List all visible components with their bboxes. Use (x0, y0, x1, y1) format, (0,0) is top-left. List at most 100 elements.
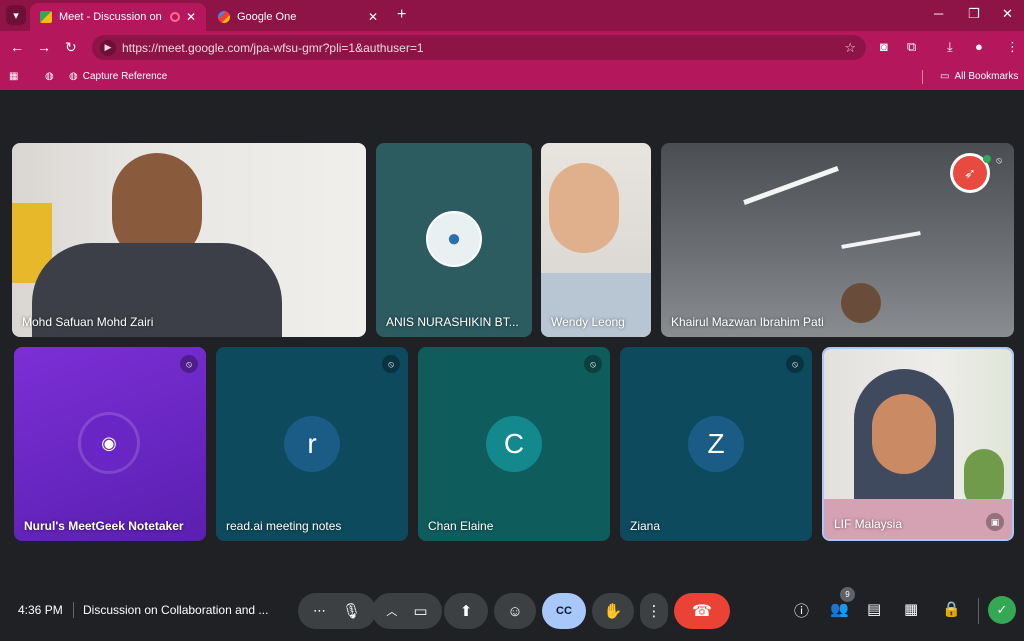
bookmark-star-icon[interactable]: ☆ (844, 40, 856, 56)
meeting-stage: Mohd Safuan Mohd Zairi ● ANIS NURASHIKIN… (0, 92, 1024, 641)
camera-icon[interactable]: ▭ (413, 602, 427, 620)
profile-avatar[interactable]: ● (975, 39, 983, 54)
divider (978, 598, 979, 624)
avatar: ● (426, 211, 482, 267)
avatar: C (486, 416, 542, 472)
meeting-title: Discussion on Collaboration and ... (83, 603, 269, 617)
mic-control[interactable]: ⋯ 🎙 (298, 593, 376, 629)
participant-tile[interactable]: C ⦸ Chan Elaine (418, 347, 610, 541)
apps-icon[interactable]: ▦ (9, 71, 18, 82)
tab-bar: ▾ Meet - Discussion on Collab ✕ Google O… (0, 0, 1024, 31)
restore-icon[interactable]: ❐ (968, 6, 980, 22)
more-options-icon[interactable]: ⋯ (313, 603, 326, 619)
mic-off-icon: ⦸ (584, 355, 602, 373)
window-close-icon[interactable]: ✕ (1002, 6, 1013, 22)
back-icon[interactable]: ← (10, 39, 24, 55)
extensions-icon[interactable]: ⧉ (907, 39, 916, 55)
mic-off-icon: ⦸ (180, 355, 198, 373)
extension-check-icon[interactable]: ✓ (988, 596, 1016, 624)
phone-hangup-icon: ☎ (692, 603, 712, 620)
close-icon[interactable]: ✕ (368, 10, 378, 24)
participant-tile[interactable]: ▣ LIF Malaysia (822, 347, 1014, 541)
avatar: r (284, 416, 340, 472)
chat-icon[interactable]: ▤ (867, 600, 881, 618)
participant-head (549, 163, 619, 253)
participant-tile[interactable]: ◉ ⦸ Nurul's MeetGeek Notetaker (14, 347, 206, 541)
minimize-icon[interactable]: ─ (934, 6, 943, 21)
participant-tile[interactable]: ● ANIS NURASHIKIN BT... (376, 143, 532, 337)
url-text: https://meet.google.com/jpa-wfsu-gmr?pli… (122, 40, 424, 55)
participant-name: Wendy Leong (551, 315, 625, 329)
captions-icon: CC (556, 605, 572, 617)
info-icon[interactable]: ⓘ (794, 600, 809, 621)
tab-google-one[interactable]: Google One ✕ (208, 3, 388, 31)
leave-call-button[interactable]: ☎ (674, 593, 730, 629)
bookmark-label: All Bookmarks (954, 71, 1019, 82)
participant-tile[interactable]: r ⦸ read.ai meeting notes (216, 347, 408, 541)
participant-name: Mohd Safuan Mohd Zairi (22, 315, 154, 329)
camera-site-icon[interactable]: ▶ (100, 39, 116, 56)
more-vert-icon: ⋮ (646, 603, 662, 620)
participant-name: read.ai meeting notes (226, 519, 342, 533)
participant-tile[interactable]: Z ⦸ Ziana (620, 347, 812, 541)
new-tab-button[interactable]: + (397, 6, 406, 24)
bookmarks-bar: ▦ ◍ ◍ Capture Reference ▭ All Bookmarks (0, 64, 1024, 90)
camera-control[interactable]: ︿ ▭ (372, 593, 442, 629)
participant-name: ANIS NURASHIKIN BT... (386, 315, 519, 329)
host-controls-icon[interactable]: 🔒 (942, 600, 961, 618)
raise-hand-button[interactable]: ✋ (592, 593, 634, 629)
avatar: ◉ (81, 415, 137, 471)
recording-icon (169, 12, 180, 22)
bot-icon: ◉ (101, 432, 117, 453)
divider (73, 602, 74, 618)
people-icon[interactable]: 👥 (830, 600, 849, 618)
mic-off-icon: ⦸ (996, 154, 1002, 165)
people-count-badge: 9 (840, 587, 855, 602)
chevron-up-icon[interactable]: ︿ (386, 603, 397, 619)
reload-icon[interactable]: ↻ (65, 39, 77, 56)
menu-icon[interactable]: ⋮ (1006, 39, 1019, 55)
captions-button[interactable]: CC (542, 593, 586, 629)
participant-tile[interactable]: ➶ ⦸ Khairul Mazwan Ibrahim Pati (661, 143, 1014, 337)
all-bookmarks-folder[interactable]: ▭ All Bookmarks (940, 71, 1018, 82)
google-one-icon (218, 11, 230, 23)
divider (922, 70, 923, 84)
present-button[interactable]: ⬆ (444, 593, 488, 629)
avatar: Z (688, 416, 744, 472)
clock: 4:36 PM (18, 603, 63, 617)
folder-icon: ▭ (940, 71, 950, 82)
tab-title: Google One (237, 11, 297, 23)
globe-icon: ◍ (69, 71, 78, 82)
download-icon[interactable]: ⤓ (947, 39, 953, 55)
avatar-image-icon: ● (446, 225, 462, 252)
pin-icon[interactable]: ▣ (986, 513, 1004, 531)
participant-name: Ziana (630, 519, 661, 533)
close-icon[interactable]: ✕ (186, 10, 196, 24)
address-bar[interactable]: ▶ https://meet.google.com/jpa-wfsu-gmr?p… (92, 35, 866, 60)
activities-icon[interactable]: ▦ (904, 600, 918, 618)
bookmark-label: Capture Reference (82, 71, 168, 82)
mic-off-icon: ⦸ (382, 355, 400, 373)
tab-meet[interactable]: Meet - Discussion on Collab ✕ (30, 3, 206, 31)
tab-search-button[interactable]: ▾ (6, 5, 26, 25)
present-screen-icon: ⬆ (459, 603, 473, 620)
screenshot-icon[interactable]: ◙ (880, 39, 888, 54)
avatar-initial: Z (707, 428, 725, 459)
browser-toolbar: ← → ↻ ▶ https://meet.google.com/jpa-wfsu… (0, 31, 1024, 64)
forward-icon[interactable]: → (37, 39, 51, 55)
globe-icon[interactable]: ◍ (45, 71, 54, 82)
participant-name: Chan Elaine (428, 519, 494, 533)
reactions-button[interactable]: ☺ (494, 593, 536, 629)
bookmark-capture-reference[interactable]: ◍ Capture Reference (69, 71, 167, 82)
participant-name: Khairul Mazwan Ibrahim Pati (671, 315, 824, 329)
mic-off-icon: ⦸ (786, 355, 804, 373)
participant-tile[interactable]: Wendy Leong (541, 143, 651, 337)
participant-tile[interactable]: Mohd Safuan Mohd Zairi (12, 143, 366, 337)
tab-title: Meet - Discussion on Collab (59, 11, 164, 23)
avatar-initial: C (503, 428, 525, 459)
mic-icon[interactable]: 🎙 (342, 602, 361, 620)
emoji-icon: ☺ (507, 602, 523, 620)
more-options-button[interactable]: ⋮ (640, 593, 668, 629)
meeting-controls: 4:36 PM Discussion on Collaboration and … (0, 590, 1024, 632)
avatar-initial: r (307, 428, 317, 459)
